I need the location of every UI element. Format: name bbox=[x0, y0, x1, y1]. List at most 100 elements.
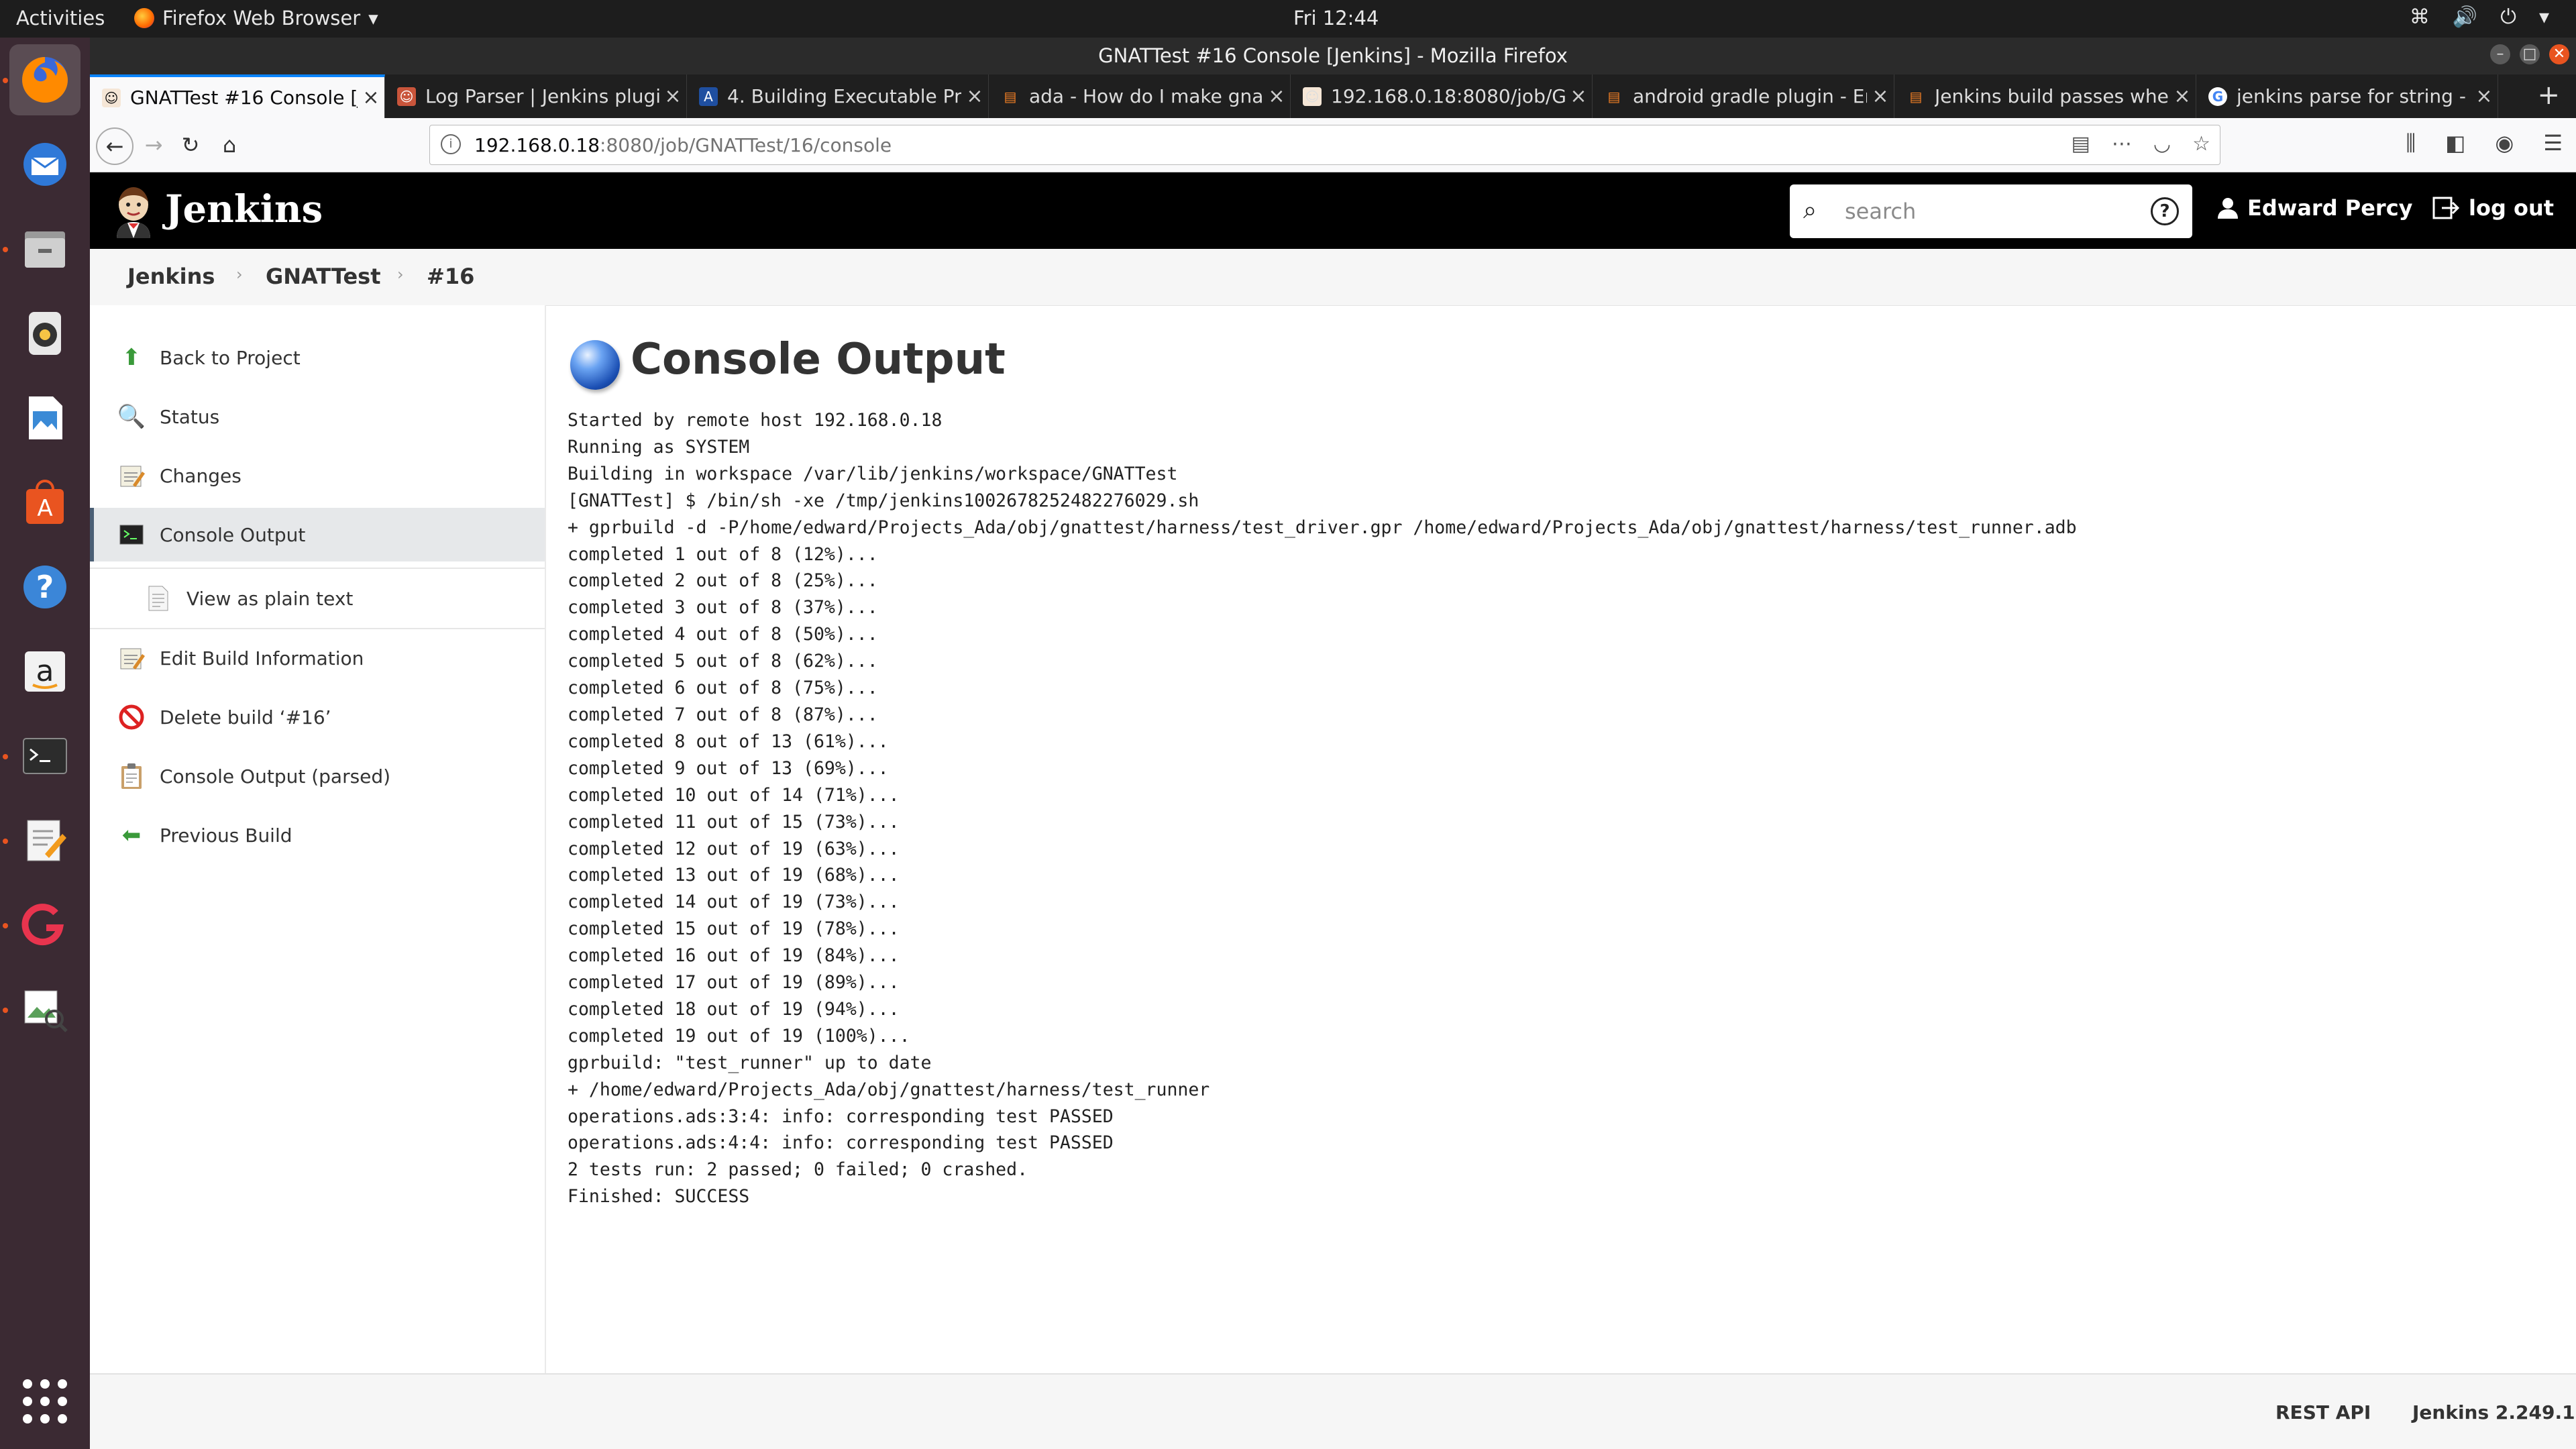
logout-link[interactable]: log out bbox=[2432, 195, 2554, 221]
task-status[interactable]: 🔍 Status bbox=[90, 390, 545, 443]
help-icon[interactable]: ? bbox=[2151, 197, 2179, 225]
dock-rhythmbox-icon[interactable] bbox=[9, 298, 80, 369]
notepad-edit-icon bbox=[117, 643, 146, 673]
tab-title: 192.168.0.18:8080/job/GNATTest bbox=[1331, 85, 1565, 107]
task-delete-build[interactable]: Delete build ‘#16’ bbox=[90, 690, 545, 744]
close-tab-icon[interactable]: × bbox=[1867, 85, 1894, 108]
close-tab-icon[interactable]: × bbox=[358, 86, 384, 109]
dock-gitkraken-icon[interactable] bbox=[9, 890, 80, 961]
close-tab-icon[interactable]: × bbox=[2169, 85, 2196, 108]
task-console-output-parsed[interactable]: Console Output (parsed) bbox=[90, 749, 545, 803]
close-window-icon[interactable]: ✕ bbox=[2549, 44, 2569, 64]
dock-running-dot bbox=[3, 754, 8, 759]
caret-down-icon[interactable]: ▾ bbox=[2539, 5, 2549, 29]
tab-ada-gnattest[interactable]: ▤ ada - How do I make gnattest × bbox=[989, 74, 1291, 118]
window-titlebar[interactable]: GNATTest #16 Console [Jenkins] - Mozilla… bbox=[90, 38, 2576, 74]
dock-thunderbird-icon[interactable] bbox=[9, 129, 80, 200]
search-icon: ⌕ bbox=[1803, 197, 1817, 224]
task-label: Changes bbox=[160, 464, 241, 487]
account-icon[interactable]: ◉ bbox=[2495, 130, 2514, 156]
power-icon[interactable]: ⏻ bbox=[2500, 5, 2516, 29]
breadcrumb-chevron-icon[interactable]: › bbox=[236, 265, 243, 284]
console-line: Finished: SUCCESS bbox=[568, 1186, 750, 1208]
jenkins-version-link[interactable]: Jenkins 2.249.1 bbox=[2412, 1401, 2575, 1424]
site-info-icon[interactable]: i bbox=[441, 134, 461, 154]
network-icon[interactable]: ⌘ bbox=[2410, 5, 2430, 29]
dock-text-editor-icon[interactable] bbox=[9, 805, 80, 876]
hamburger-menu-icon[interactable]: ☰ bbox=[2543, 130, 2563, 156]
tab-gnattest-console[interactable]: ☺ GNATTest #16 Console [Jenkins] × bbox=[90, 74, 385, 118]
rest-api-link[interactable]: REST API bbox=[2275, 1401, 2371, 1424]
reader-view-icon[interactable]: ▤ bbox=[2072, 132, 2090, 156]
tab-title: ada - How do I make gnattest bbox=[1029, 85, 1263, 107]
tab-android-gradle[interactable]: ▤ android gradle plugin - Error × bbox=[1593, 74, 1894, 118]
jenkins-butler-logo-icon[interactable] bbox=[111, 184, 156, 238]
task-label: Delete build ‘#16’ bbox=[160, 706, 331, 729]
breadcrumb-jenkins[interactable]: Jenkins bbox=[127, 264, 215, 289]
close-tab-icon[interactable]: × bbox=[659, 85, 686, 108]
close-tab-icon[interactable]: × bbox=[1263, 85, 1290, 108]
tab-strip: ☺ GNATTest #16 Console [Jenkins] × ☺ Log… bbox=[90, 74, 2576, 118]
activities-button[interactable]: Activities bbox=[16, 7, 105, 30]
console-line: completed 3 out of 8 (37%)... bbox=[568, 597, 878, 619]
dock-files-icon[interactable] bbox=[9, 213, 80, 284]
task-back-to-project[interactable]: ⬆ Back to Project bbox=[90, 331, 545, 384]
user-link[interactable]: Edward Percy bbox=[2218, 195, 2413, 221]
task-label: Status bbox=[160, 405, 220, 428]
system-tray[interactable]: ⌘ 🔊 ⏻ ▾ bbox=[2410, 5, 2549, 29]
dock-writer-icon[interactable] bbox=[9, 382, 80, 453]
tab-local-job[interactable]: ☺ 192.168.0.18:8080/job/GNATTest × bbox=[1291, 74, 1593, 118]
close-tab-icon[interactable]: × bbox=[961, 85, 988, 108]
page-actions-icon[interactable]: ⋯ bbox=[2112, 132, 2132, 156]
minimize-icon[interactable]: – bbox=[2490, 44, 2510, 64]
volume-icon[interactable]: 🔊 bbox=[2453, 5, 2477, 29]
app-menu-label: Firefox Web Browser bbox=[162, 7, 361, 30]
console-line: completed 13 out of 19 (68%)... bbox=[568, 865, 900, 886]
tab-log-parser[interactable]: ☺ Log Parser | Jenkins plugin × bbox=[385, 74, 687, 118]
side-panel: ⬆ Back to Project 🔍 Status Changes Conso… bbox=[90, 305, 546, 1373]
breadcrumb-project[interactable]: GNATTest bbox=[266, 264, 381, 289]
pocket-icon[interactable]: ◡ bbox=[2153, 132, 2171, 156]
url-bar[interactable]: i 192.168.0.18:8080/job/GNATTest/16/cons… bbox=[429, 125, 2220, 165]
new-tab-icon[interactable]: + bbox=[2537, 80, 2560, 111]
task-previous-build[interactable]: ⬅ Previous Build bbox=[90, 808, 545, 862]
show-applications-icon[interactable] bbox=[23, 1379, 67, 1424]
task-view-plain-text[interactable]: View as plain text bbox=[90, 568, 545, 629]
dock-help-icon[interactable]: ? bbox=[9, 551, 80, 623]
breadcrumb-chevron-icon[interactable]: › bbox=[397, 265, 404, 284]
dock-terminal-icon[interactable] bbox=[9, 720, 80, 792]
url-text[interactable]: 192.168.0.18:8080/job/GNATTest/16/consol… bbox=[474, 134, 892, 156]
close-tab-icon[interactable]: × bbox=[2471, 85, 2498, 108]
tab-building-executable[interactable]: A 4. Building Executable Programs × bbox=[687, 74, 989, 118]
console-line: 2 tests run: 2 passed; 0 failed; 0 crash… bbox=[568, 1159, 1028, 1181]
clipboard-icon bbox=[117, 761, 146, 791]
forward-arrow-icon[interactable]: → bbox=[136, 127, 171, 162]
bookmark-star-icon[interactable]: ☆ bbox=[2192, 132, 2210, 156]
close-tab-icon[interactable]: × bbox=[1565, 85, 1592, 108]
jenkins-brand[interactable]: Jenkins bbox=[165, 187, 323, 231]
build-status-ball-icon bbox=[570, 340, 620, 390]
page-footer: REST API Jenkins 2.249.1 bbox=[90, 1373, 2576, 1449]
app-menu[interactable]: Firefox Web Browser ▾ bbox=[134, 7, 378, 30]
dock-image-viewer-icon[interactable] bbox=[9, 974, 80, 1045]
reload-icon[interactable]: ↻ bbox=[173, 127, 208, 162]
dock-software-icon[interactable]: A bbox=[9, 467, 80, 538]
home-icon[interactable]: ⌂ bbox=[212, 127, 247, 162]
search-input[interactable] bbox=[1843, 195, 2135, 227]
dock-amazon-icon[interactable]: a bbox=[9, 636, 80, 707]
logout-label: log out bbox=[2469, 195, 2555, 221]
task-edit-build-info[interactable]: Edit Build Information bbox=[90, 631, 545, 685]
maximize-icon[interactable]: □ bbox=[2520, 44, 2540, 64]
tab-jenkins-build-passes[interactable]: ▤ Jenkins build passes when × bbox=[1894, 74, 2196, 118]
sidebar-icon[interactable]: ◧ bbox=[2445, 130, 2465, 156]
task-console-output[interactable]: Console Output bbox=[90, 508, 545, 561]
back-arrow-icon[interactable]: ← bbox=[96, 127, 133, 165]
dock-firefox-icon[interactable] bbox=[9, 44, 80, 115]
breadcrumb-build[interactable]: #16 bbox=[427, 264, 474, 289]
clock[interactable]: Fri 12:44 bbox=[1293, 7, 1379, 30]
library-icon[interactable]: ⫼ bbox=[2406, 130, 2416, 156]
jenkins-favicon-icon: ☺ bbox=[397, 87, 416, 106]
task-changes[interactable]: Changes bbox=[90, 449, 545, 502]
jenkins-header: Jenkins ⌕ ? Edward Percy log out bbox=[90, 172, 2576, 249]
tab-google-search[interactable]: G jenkins parse for string - Google × bbox=[2196, 74, 2498, 118]
